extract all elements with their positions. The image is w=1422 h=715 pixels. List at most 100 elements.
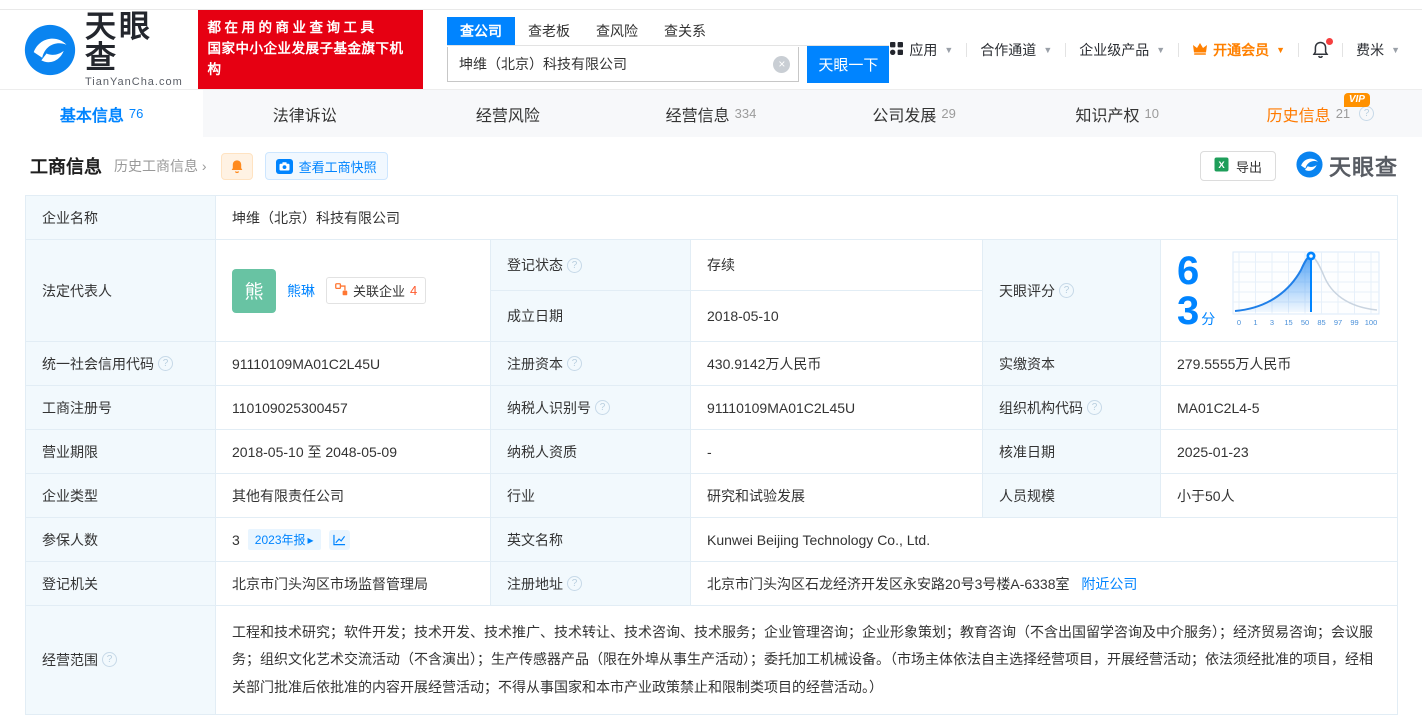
- field-value-industry: 研究和试验发展: [691, 474, 983, 518]
- nav-partner-label: 合作通道: [980, 40, 1036, 60]
- field-value-taxpayer-id: 91110109MA01C2L45U: [691, 386, 983, 430]
- slogan-banner: 都在用的商业查询工具 国家中小企业发展子基金旗下机构: [198, 10, 424, 89]
- search-tab-boss[interactable]: 查老板: [515, 17, 583, 45]
- triangle-right-icon: ▸: [308, 533, 314, 547]
- top-divider: [0, 0, 1422, 10]
- chevron-down-icon: ▼: [1276, 45, 1285, 55]
- score-distribution-chart: 0 1 3 15 50 85 97 99 100: [1231, 250, 1381, 331]
- field-label-business-term: 营业期限: [26, 430, 216, 474]
- field-value-establish-date: 2018-05-10: [691, 291, 983, 342]
- divider: [1342, 43, 1343, 57]
- related-companies-count: 4: [410, 283, 417, 298]
- field-label-legal-rep: 法定代表人: [26, 240, 216, 342]
- export-button[interactable]: X 导出: [1200, 151, 1276, 181]
- svg-text:0: 0: [1237, 318, 1241, 327]
- field-value-company-type: 其他有限责任公司: [216, 474, 491, 518]
- search-tab-company[interactable]: 查公司: [447, 17, 515, 45]
- svg-text:85: 85: [1317, 318, 1325, 327]
- related-companies-label: 关联企业: [353, 281, 405, 300]
- clear-search-icon[interactable]: ×: [773, 56, 790, 73]
- view-business-snapshot-button[interactable]: 查看工商快照: [265, 152, 388, 180]
- help-icon[interactable]: ?: [595, 400, 610, 415]
- field-value-reg-capital: 430.9142万人民币: [691, 342, 983, 386]
- slogan-line2: 国家中小企业发展子基金旗下机构: [208, 39, 414, 81]
- trend-chart-icon[interactable]: [329, 530, 350, 550]
- nav-apps[interactable]: 应用 ▼: [889, 40, 953, 60]
- help-icon[interactable]: ?: [567, 576, 582, 591]
- annual-report-badge[interactable]: 2023年报▸: [248, 529, 321, 550]
- search-tab-relation[interactable]: 查关系: [651, 17, 719, 45]
- field-value-reg-address: 北京市门头沟区石龙经济开发区永安路20号3号楼A-6338室 附近公司: [691, 562, 1398, 606]
- nearby-companies-link[interactable]: 附近公司: [1081, 576, 1137, 592]
- excel-icon: X: [1214, 157, 1229, 175]
- tab-label: 知识产权: [1076, 102, 1140, 126]
- monitor-bell-button[interactable]: [221, 153, 253, 180]
- help-icon[interactable]: ?: [567, 258, 582, 273]
- field-value-credit-code: 91110109MA01C2L45U: [216, 342, 491, 386]
- history-business-info-link[interactable]: 历史工商信息 ›: [114, 156, 207, 176]
- help-icon[interactable]: ?: [1087, 400, 1102, 415]
- field-label-credit-code: 统一社会信用代码?: [26, 342, 216, 386]
- tab-label: 历史信息: [1267, 102, 1331, 126]
- tab-operation-risk[interactable]: 经营风险: [406, 90, 609, 137]
- field-value-legal-rep: 熊 熊琳 关联企业 4: [216, 240, 491, 342]
- search-input[interactable]: [447, 47, 799, 82]
- field-label-org-code: 组织机构代码?: [983, 386, 1161, 430]
- tab-count: 10: [1145, 106, 1159, 121]
- field-value-paid-capital: 279.5555万人民币: [1161, 342, 1398, 386]
- field-value-reg-number: 110109025300457: [216, 386, 491, 430]
- tab-count: 76: [129, 106, 143, 121]
- legal-rep-avatar[interactable]: 熊: [232, 269, 276, 313]
- divider: [966, 43, 967, 57]
- related-companies-badge[interactable]: 关联企业 4: [326, 277, 426, 304]
- help-icon[interactable]: ?: [102, 652, 117, 667]
- tab-legal-litigation[interactable]: 法律诉讼: [203, 90, 406, 137]
- field-label-english-name: 英文名称: [491, 518, 691, 562]
- chevron-down-icon: ▼: [1156, 45, 1165, 55]
- field-label-reg-capital: 注册资本?: [491, 342, 691, 386]
- tianyancha-logo[interactable]: 天眼查 TianYanCha.com: [24, 11, 184, 88]
- help-icon[interactable]: ?: [1359, 106, 1374, 121]
- nav-vip-label: 开通会员: [1213, 40, 1269, 60]
- chevron-down-icon: ▼: [944, 45, 953, 55]
- field-value-company-name: 坤维（北京）科技有限公司: [216, 196, 1398, 240]
- tab-operation-info[interactable]: 经营信息 334: [609, 90, 812, 137]
- help-icon[interactable]: ?: [567, 356, 582, 371]
- field-value-staff-size: 小于50人: [1161, 474, 1398, 518]
- search-tabs: 查公司 查老板 查风险 查关系: [447, 17, 889, 46]
- notifications-bell-icon[interactable]: [1312, 41, 1329, 59]
- svg-text:50: 50: [1301, 318, 1309, 327]
- search-button[interactable]: 天眼一下: [807, 46, 889, 83]
- username-label: 费米: [1356, 40, 1384, 60]
- user-menu[interactable]: 费米 ▼: [1356, 40, 1400, 60]
- field-value-english-name: Kunwei Beijing Technology Co., Ltd.: [691, 518, 1398, 562]
- field-value-taxpayer-quality: -: [691, 430, 983, 474]
- section-header: 工商信息 历史工商信息 › 查看工商快照 X 导出 天眼查: [0, 137, 1422, 195]
- nav-open-vip[interactable]: 开通会员 ▼: [1192, 40, 1285, 60]
- score-unit: 分: [1201, 311, 1215, 327]
- field-label-reg-number: 工商注册号: [26, 386, 216, 430]
- svg-text:15: 15: [1284, 318, 1292, 327]
- tab-company-development[interactable]: 公司发展 29: [813, 90, 1016, 137]
- field-label-insured-count: 参保人数: [26, 518, 216, 562]
- field-value-score: 63分: [1161, 240, 1398, 342]
- nav-enterprise[interactable]: 企业级产品 ▼: [1079, 40, 1165, 60]
- tab-count: 21: [1336, 106, 1350, 121]
- business-info-table: 企业名称 坤维（北京）科技有限公司 法定代表人 熊 熊琳 关联企业 4: [25, 195, 1398, 715]
- svg-text:100: 100: [1365, 318, 1378, 327]
- search-tab-risk[interactable]: 查风险: [583, 17, 651, 45]
- help-icon[interactable]: ?: [1059, 283, 1074, 298]
- help-icon[interactable]: ?: [158, 356, 173, 371]
- field-label-reg-status: 登记状态?: [491, 240, 691, 291]
- insured-count-value: 3: [232, 532, 240, 548]
- chevron-down-icon: ▼: [1043, 45, 1052, 55]
- tab-history-info[interactable]: VIP 历史信息 21 ?: [1219, 90, 1422, 137]
- tab-label: 法律诉讼: [273, 102, 337, 126]
- tab-basic-info[interactable]: 基本信息 76: [0, 90, 203, 137]
- tab-intellectual-property[interactable]: 知识产权 10: [1016, 90, 1219, 137]
- nav-partner[interactable]: 合作通道 ▼: [980, 40, 1052, 60]
- section-title: 工商信息: [30, 153, 102, 179]
- legal-rep-name-link[interactable]: 熊琳: [287, 281, 315, 301]
- field-label-staff-size: 人员规模: [983, 474, 1161, 518]
- svg-text:3: 3: [1270, 318, 1274, 327]
